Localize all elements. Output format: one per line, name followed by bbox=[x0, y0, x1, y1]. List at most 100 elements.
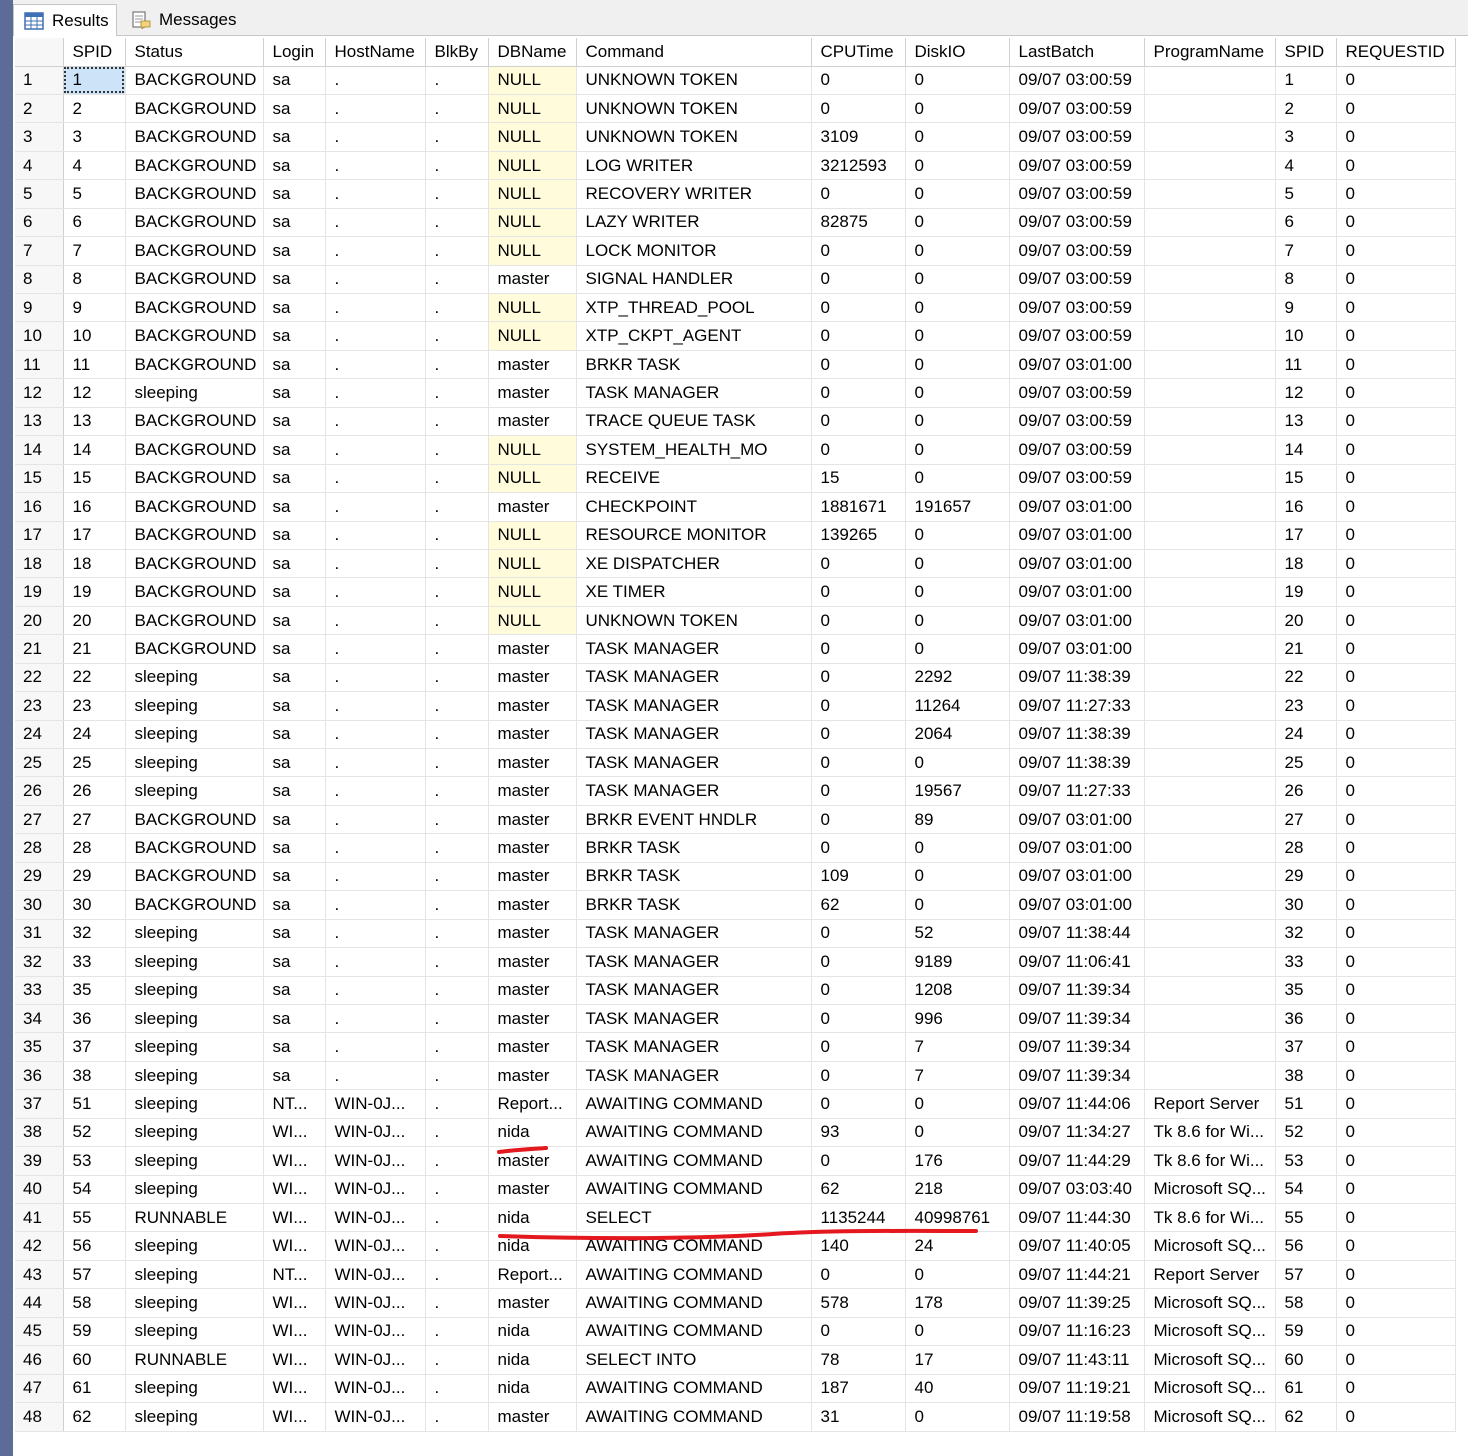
cell-spid[interactable]: 7 bbox=[63, 236, 126, 266]
cell-row-number[interactable]: 47 bbox=[15, 1374, 64, 1404]
cell-lastbatch[interactable]: 09/07 03:01:00 bbox=[1009, 833, 1145, 863]
cell-login[interactable]: sa bbox=[263, 748, 326, 778]
cell-login[interactable]: sa bbox=[263, 976, 326, 1005]
cell-blkby[interactable]: . bbox=[425, 1032, 489, 1062]
cell-diskio[interactable]: 996 bbox=[905, 1004, 1010, 1034]
cell-hostname[interactable]: . bbox=[325, 776, 426, 806]
cell-dbname[interactable]: master bbox=[488, 720, 577, 750]
cell-hostname[interactable]: . bbox=[325, 66, 426, 95]
cell-status[interactable]: BACKGROUND bbox=[125, 350, 264, 380]
cell-requestid[interactable]: 0 bbox=[1336, 492, 1456, 522]
cell-programname[interactable]: Microsoft SQ... bbox=[1144, 1175, 1276, 1205]
cell-diskio[interactable]: 19567 bbox=[905, 776, 1010, 806]
cell-login[interactable]: sa bbox=[263, 378, 326, 408]
cell-row-number[interactable]: 19 bbox=[15, 577, 64, 607]
cell-cputime[interactable]: 31 bbox=[811, 1402, 906, 1432]
cell-login[interactable]: sa bbox=[263, 350, 326, 380]
cell-dbname[interactable]: NULL bbox=[488, 321, 577, 351]
cell-lastbatch[interactable]: 09/07 11:39:25 bbox=[1009, 1288, 1145, 1318]
cell-hostname[interactable]: . bbox=[325, 976, 426, 1005]
cell-spid[interactable]: 57 bbox=[63, 1260, 126, 1290]
cell-cputime[interactable]: 0 bbox=[811, 1032, 906, 1062]
cell-spid[interactable]: 1 bbox=[63, 66, 126, 95]
cell-login[interactable]: sa bbox=[263, 663, 326, 693]
cell-status[interactable]: sleeping bbox=[125, 1402, 264, 1432]
cell-blkby[interactable]: . bbox=[425, 1317, 489, 1347]
cell-lastbatch[interactable]: 09/07 03:01:00 bbox=[1009, 350, 1145, 380]
cell-dbname[interactable]: NULL bbox=[488, 577, 577, 607]
cell-login[interactable]: sa bbox=[263, 691, 326, 721]
cell-dbname[interactable]: NULL bbox=[488, 521, 577, 550]
cell-login[interactable]: sa bbox=[263, 236, 326, 266]
cell-hostname[interactable]: WIN-0J... bbox=[325, 1146, 426, 1176]
cell-dbname[interactable]: NULL bbox=[488, 94, 577, 124]
cell-spid[interactable]: 4 bbox=[63, 151, 126, 181]
cell-lastbatch[interactable]: 09/07 03:01:00 bbox=[1009, 634, 1145, 664]
cell-login[interactable]: sa bbox=[263, 776, 326, 806]
cell-programname[interactable] bbox=[1144, 890, 1276, 920]
cell-dbname[interactable]: master bbox=[488, 1004, 577, 1034]
cell-login[interactable]: sa bbox=[263, 179, 326, 209]
cell-row-number[interactable]: 9 bbox=[15, 293, 64, 323]
cell-cputime[interactable]: 62 bbox=[811, 890, 906, 920]
cell-spid[interactable]: 8 bbox=[63, 265, 126, 295]
cell-command[interactable]: SELECT bbox=[576, 1203, 812, 1233]
cell-login[interactable]: sa bbox=[263, 66, 326, 95]
cell-spid[interactable]: 17 bbox=[63, 521, 126, 550]
cell-hostname[interactable]: . bbox=[325, 464, 426, 494]
cell-spid-2[interactable]: 53 bbox=[1275, 1146, 1337, 1176]
cell-lastbatch[interactable]: 09/07 03:01:00 bbox=[1009, 549, 1145, 579]
cell-lastbatch[interactable]: 09/07 03:01:00 bbox=[1009, 521, 1145, 550]
cell-login[interactable]: WI... bbox=[263, 1118, 326, 1148]
column-header-blkby[interactable]: BlkBy bbox=[425, 38, 489, 67]
cell-spid-2[interactable]: 14 bbox=[1275, 435, 1337, 465]
cell-cputime[interactable]: 0 bbox=[811, 435, 906, 465]
cell-diskio[interactable]: 0 bbox=[905, 577, 1010, 607]
cell-requestid[interactable]: 0 bbox=[1336, 833, 1456, 863]
cell-command[interactable]: LOG WRITER bbox=[576, 151, 812, 181]
cell-dbname[interactable]: nida bbox=[488, 1203, 577, 1233]
cell-hostname[interactable]: WIN-0J... bbox=[325, 1345, 426, 1375]
cell-lastbatch[interactable]: 09/07 03:01:00 bbox=[1009, 890, 1145, 920]
cell-blkby[interactable]: . bbox=[425, 94, 489, 124]
cell-hostname[interactable]: . bbox=[325, 179, 426, 209]
table-row[interactable]: 34 36 sleeping sa.. master TASK MANAGER 0 996 09… bbox=[15, 1004, 1456, 1034]
cell-status[interactable]: RUNNABLE bbox=[125, 1203, 264, 1233]
cell-programname[interactable]: Microsoft SQ... bbox=[1144, 1345, 1276, 1375]
cell-hostname[interactable]: . bbox=[325, 378, 426, 408]
cell-hostname[interactable]: . bbox=[325, 748, 426, 778]
cell-login[interactable]: NT... bbox=[263, 1260, 326, 1290]
cell-lastbatch[interactable]: 09/07 11:39:34 bbox=[1009, 1032, 1145, 1062]
cell-blkby[interactable]: . bbox=[425, 1146, 489, 1176]
cell-lastbatch[interactable]: 09/07 11:27:33 bbox=[1009, 776, 1145, 806]
cell-programname[interactable] bbox=[1144, 492, 1276, 522]
cell-lastbatch[interactable]: 09/07 11:38:39 bbox=[1009, 663, 1145, 693]
cell-programname[interactable] bbox=[1144, 350, 1276, 380]
cell-row-number[interactable]: 21 bbox=[15, 634, 64, 664]
cell-hostname[interactable]: . bbox=[325, 435, 426, 465]
cell-requestid[interactable]: 0 bbox=[1336, 606, 1456, 636]
cell-status[interactable]: sleeping bbox=[125, 663, 264, 693]
cell-command[interactable]: TASK MANAGER bbox=[576, 634, 812, 664]
cell-diskio[interactable]: 0 bbox=[905, 606, 1010, 636]
cell-lastbatch[interactable]: 09/07 11:34:27 bbox=[1009, 1118, 1145, 1148]
cell-requestid[interactable]: 0 bbox=[1336, 1118, 1456, 1148]
cell-diskio[interactable]: 0 bbox=[905, 350, 1010, 380]
cell-cputime[interactable]: 0 bbox=[811, 236, 906, 266]
column-header-spid[interactable]: SPID bbox=[63, 38, 126, 67]
cell-requestid[interactable]: 0 bbox=[1336, 691, 1456, 721]
cell-requestid[interactable]: 0 bbox=[1336, 776, 1456, 806]
cell-spid[interactable]: 20 bbox=[63, 606, 126, 636]
cell-row-number[interactable]: 42 bbox=[15, 1231, 64, 1261]
cell-command[interactable]: AWAITING COMMAND bbox=[576, 1402, 812, 1432]
cell-login[interactable]: sa bbox=[263, 890, 326, 920]
cell-hostname[interactable]: WIN-0J... bbox=[325, 1118, 426, 1148]
cell-diskio[interactable]: 0 bbox=[905, 549, 1010, 579]
cell-hostname[interactable]: . bbox=[325, 1032, 426, 1062]
cell-diskio[interactable]: 0 bbox=[905, 1260, 1010, 1290]
cell-diskio[interactable]: 0 bbox=[905, 862, 1010, 892]
cell-diskio[interactable]: 1208 bbox=[905, 976, 1010, 1005]
cell-spid-2[interactable]: 15 bbox=[1275, 464, 1337, 494]
cell-cputime[interactable]: 82875 bbox=[811, 208, 906, 238]
cell-diskio[interactable]: 0 bbox=[905, 321, 1010, 351]
